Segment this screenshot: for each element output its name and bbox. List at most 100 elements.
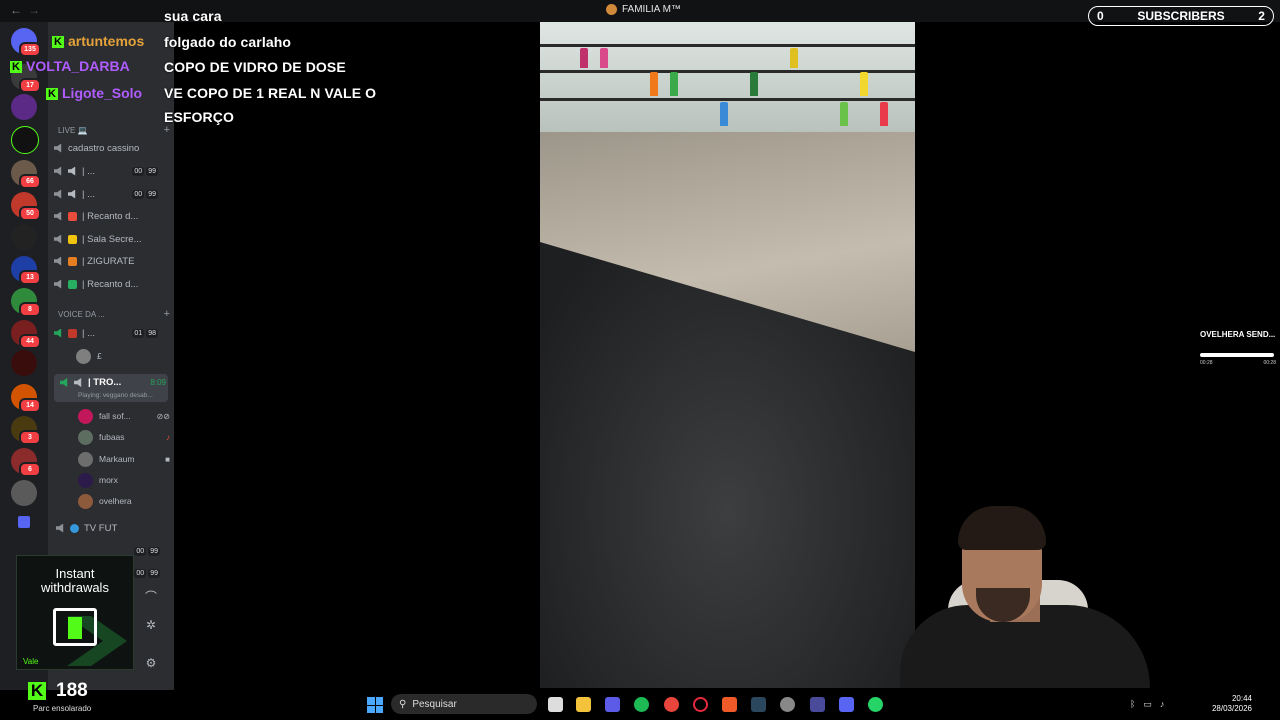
- settings-gear-icon[interactable]: ⚙: [144, 656, 158, 670]
- server-icon[interactable]: 14: [11, 384, 41, 413]
- chrome-icon[interactable]: [664, 697, 679, 712]
- subscribers-counter: 0 SUBSCRIBERS 2: [1088, 6, 1274, 26]
- server-icon[interactable]: 13: [11, 256, 41, 285]
- bottle: [580, 48, 588, 68]
- user-name: ovelhera: [99, 496, 132, 506]
- bottle: [840, 102, 848, 126]
- active-voice-channel[interactable]: | TRO... 8:09 Playing: veggano desab...: [54, 374, 168, 402]
- voice-user[interactable]: £: [76, 347, 168, 365]
- server-icon[interactable]: 6: [11, 448, 41, 477]
- app-icon[interactable]: [810, 697, 825, 712]
- opera-icon[interactable]: [693, 697, 708, 712]
- add-channel-icon[interactable]: +: [164, 308, 170, 320]
- user-count: 01 98: [132, 328, 158, 338]
- volume-icon[interactable]: ♪: [1160, 699, 1165, 710]
- channel-item[interactable]: | ... 01 98: [54, 324, 168, 342]
- steam-icon[interactable]: [751, 697, 766, 712]
- kick-server-icon[interactable]: [11, 126, 39, 154]
- count-current: 00: [134, 568, 147, 578]
- category-label: LIVE 💻: [58, 126, 88, 135]
- voice-user[interactable]: fall sof... ⊘⊘: [78, 407, 170, 425]
- spotify-icon[interactable]: [634, 697, 649, 712]
- count-current: 01: [132, 328, 145, 338]
- server-icon[interactable]: 66: [11, 160, 41, 189]
- server-icon[interactable]: [11, 480, 37, 506]
- discord-icon[interactable]: [839, 697, 854, 712]
- back-arrow-icon[interactable]: ←: [10, 3, 22, 17]
- now-playing-widget: OVELHERA SEND... 00:28 00:28: [1200, 330, 1276, 366]
- channel-item[interactable]: TV FUT: [56, 519, 170, 537]
- bluetooth-icon[interactable]: ᛒ: [1130, 699, 1135, 710]
- channel-label: | Sala Secre...: [82, 233, 142, 245]
- server-icon[interactable]: 8: [11, 288, 41, 317]
- network-icon[interactable]: ▭: [1143, 699, 1152, 710]
- channel-item[interactable]: | Recanto d...: [54, 207, 168, 225]
- server-icon[interactable]: 44: [11, 320, 41, 349]
- search-placeholder: Pesquisar: [412, 698, 457, 710]
- speaker-icon: [54, 189, 62, 199]
- clock-date: 28/03/2026: [1211, 704, 1252, 713]
- user-count: 00 99: [132, 166, 158, 176]
- channel-label: | ...: [82, 188, 96, 200]
- app-icon[interactable]: [780, 697, 795, 712]
- file-explorer-icon[interactable]: [576, 697, 591, 712]
- emoji-icon: [68, 328, 77, 338]
- server-icon[interactable]: 3: [11, 416, 41, 445]
- taskbar-clock[interactable]: 20:44 28/03/2026: [1206, 694, 1252, 714]
- server-icon[interactable]: [11, 224, 37, 250]
- category-voice[interactable]: VOICE DA ... +: [58, 308, 170, 320]
- add-channel-icon[interactable]: +: [164, 124, 170, 136]
- server-icon[interactable]: 50: [11, 192, 41, 221]
- discord-home-icon[interactable]: 135: [11, 28, 41, 57]
- speaker-icon: [74, 378, 82, 387]
- window-title: FAMILIA M™: [606, 4, 681, 15]
- channel-item[interactable]: | ... 00 99: [54, 162, 168, 180]
- voice-user[interactable]: ovelhera: [78, 492, 170, 510]
- bottle: [860, 72, 868, 96]
- lock-icon: [68, 234, 77, 244]
- speaker-icon: [56, 523, 64, 533]
- shelf: [540, 44, 915, 47]
- chat-message: folgado do carlaho: [164, 34, 292, 50]
- emoji-icon: [68, 256, 77, 266]
- voice-user[interactable]: fubaas ♪: [78, 428, 170, 446]
- speaker-icon: [54, 143, 62, 153]
- server-icon[interactable]: [11, 94, 37, 120]
- windows-start-icon[interactable]: [367, 697, 383, 713]
- badge: 8: [19, 302, 41, 317]
- disconnect-icon[interactable]: ⌒: [144, 590, 158, 604]
- server-icon[interactable]: [11, 350, 37, 376]
- bottle: [720, 102, 728, 126]
- promo-ad[interactable]: Instant withdrawals Vale: [16, 555, 134, 670]
- channel-item[interactable]: | Sala Secre...: [54, 230, 168, 248]
- promo-line1: Instant: [55, 566, 95, 581]
- apps-icon[interactable]: [605, 697, 620, 712]
- folder-icon[interactable]: [18, 516, 30, 528]
- badge: 135: [19, 42, 41, 57]
- voice-user[interactable]: Markaum ■: [78, 450, 170, 468]
- status-icon: ♪: [166, 432, 170, 442]
- avatar: [78, 493, 93, 509]
- category-live[interactable]: LIVE 💻 +: [58, 124, 170, 136]
- count-limit: 99: [146, 166, 158, 176]
- forward-arrow-icon[interactable]: →: [28, 3, 40, 17]
- user-count: 00 99: [134, 568, 160, 578]
- elapsed-time: 8:09: [150, 378, 166, 387]
- task-view-icon[interactable]: [548, 697, 563, 712]
- channel-label: | ...: [82, 327, 96, 339]
- whatsapp-icon[interactable]: [868, 697, 883, 712]
- chat-username: K VOLTA_DARBA: [10, 58, 130, 74]
- taskbar-search[interactable]: ⚲ Pesquisar: [391, 694, 537, 714]
- brave-icon[interactable]: [722, 697, 737, 712]
- speaker-icon: [54, 166, 62, 176]
- channel-item[interactable]: | ZIGURATE: [54, 252, 168, 270]
- soundboard-icon[interactable]: ✲: [144, 618, 158, 632]
- kick-badge-icon: K: [52, 36, 64, 49]
- subscriber-goal: 2: [1258, 9, 1265, 23]
- channel-item[interactable]: cadastro cassino: [54, 139, 168, 157]
- stream-video[interactable]: [540, 22, 915, 688]
- voice-user[interactable]: morx: [78, 471, 170, 489]
- channel-item[interactable]: | Recanto d...: [54, 275, 168, 293]
- badge: 17: [19, 78, 41, 93]
- channel-item[interactable]: | ... 00 99: [54, 185, 168, 203]
